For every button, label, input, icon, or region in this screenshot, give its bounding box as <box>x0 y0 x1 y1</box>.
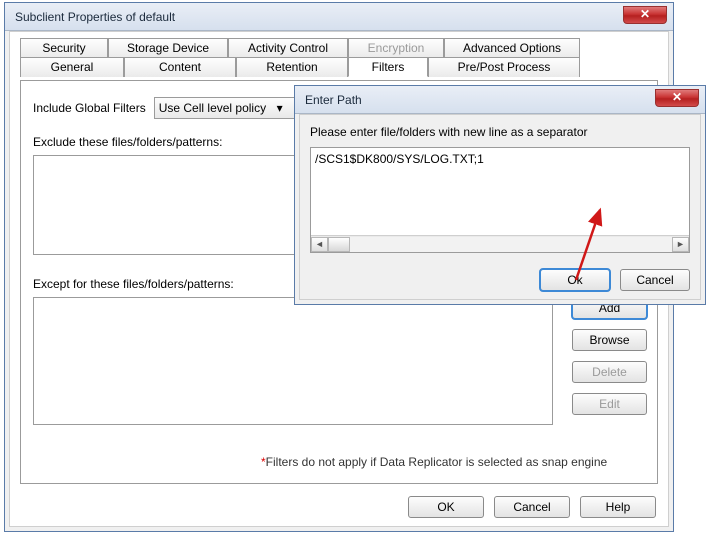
ok-button[interactable]: OK <box>408 496 484 518</box>
dialog-instruction: Please enter file/folders with new line … <box>310 125 587 139</box>
close-icon[interactable]: ✕ <box>623 6 667 24</box>
path-input-container: ◄ ► <box>310 147 690 253</box>
dialog-body: Please enter file/folders with new line … <box>299 114 701 300</box>
scroll-right-icon[interactable]: ► <box>672 237 689 252</box>
tab-advanced-options[interactable]: Advanced Options <box>444 38 580 58</box>
tab-row-top: Security Storage Device Activity Control… <box>20 38 668 58</box>
side-button-group: Add Browse Delete Edit <box>572 297 647 415</box>
scroll-track[interactable] <box>328 237 672 252</box>
include-global-filters-select[interactable]: Use Cell level policy ▾ <box>154 97 304 119</box>
include-global-filters-label: Include Global Filters <box>33 101 146 115</box>
help-button[interactable]: Help <box>580 496 656 518</box>
browse-button[interactable]: Browse <box>572 329 647 351</box>
except-label: Except for these files/folders/patterns: <box>33 277 234 291</box>
tab-retention[interactable]: Retention <box>236 57 348 77</box>
except-list[interactable] <box>33 297 553 425</box>
horizontal-scrollbar[interactable]: ◄ ► <box>311 235 689 252</box>
cancel-button[interactable]: Cancel <box>494 496 570 518</box>
scroll-left-icon[interactable]: ◄ <box>311 237 328 252</box>
dialog-title: Enter Path <box>305 93 362 107</box>
tab-storage-device[interactable]: Storage Device <box>108 38 228 58</box>
tab-prepost-process[interactable]: Pre/Post Process <box>428 57 580 77</box>
path-textarea[interactable] <box>311 148 689 232</box>
dialog-ok-button[interactable]: Ok <box>540 269 610 291</box>
tab-content[interactable]: Content <box>124 57 236 77</box>
edit-button: Edit <box>572 393 647 415</box>
titlebar[interactable]: Subclient Properties of default ✕ <box>5 3 673 31</box>
tab-general[interactable]: General <box>20 57 124 77</box>
dialog-titlebar[interactable]: Enter Path ✕ <box>295 86 705 114</box>
window-title: Subclient Properties of default <box>15 10 175 24</box>
delete-button: Delete <box>572 361 647 383</box>
footer-button-group: OK Cancel Help <box>408 496 656 518</box>
tab-security[interactable]: Security <box>20 38 108 58</box>
tab-filters[interactable]: Filters <box>348 57 428 77</box>
tab-encryption: Encryption <box>348 38 444 58</box>
chevron-down-icon: ▾ <box>272 101 287 115</box>
dialog-footer: Ok Cancel <box>540 269 690 291</box>
enter-path-dialog: Enter Path ✕ Please enter file/folders w… <box>294 85 706 305</box>
close-icon[interactable]: ✕ <box>655 89 699 107</box>
filters-note: *Filters do not apply if Data Replicator… <box>261 455 607 469</box>
scroll-thumb[interactable] <box>328 237 350 252</box>
exclude-label: Exclude these files/folders/patterns: <box>33 135 222 149</box>
dialog-cancel-button[interactable]: Cancel <box>620 269 690 291</box>
tab-activity-control[interactable]: Activity Control <box>228 38 348 58</box>
tab-row-bottom: General Content Retention Filters Pre/Po… <box>20 57 668 77</box>
select-value: Use Cell level policy <box>159 101 266 115</box>
